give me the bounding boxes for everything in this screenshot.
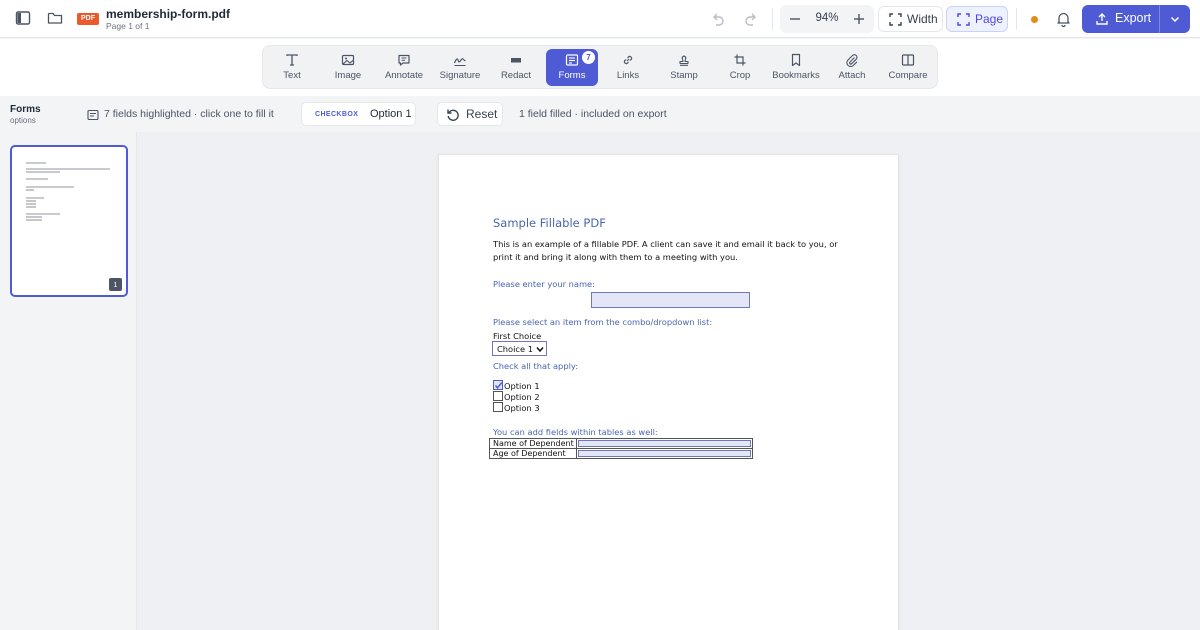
table-prompt: You can add fields within tables as well…	[493, 427, 658, 437]
export-options-button[interactable]	[1160, 5, 1190, 33]
option-label: Option 3	[504, 403, 540, 413]
filled-status: 1 field filled · included on export	[519, 108, 667, 120]
page-thumbnails-sidebar: 1	[0, 132, 137, 630]
choice-dropdown[interactable]: Choice 1	[492, 341, 547, 356]
pdf-page: Sample Fillable PDF This is an example o…	[438, 154, 899, 630]
upload-icon	[1096, 13, 1108, 25]
reset-icon	[447, 109, 459, 121]
tool-stamp[interactable]: Stamp	[658, 49, 710, 86]
form-fields-icon	[87, 109, 99, 121]
fit-width-icon	[889, 13, 902, 26]
text-icon	[286, 54, 298, 66]
tool-compare[interactable]: Compare	[882, 49, 934, 86]
chevron-down-icon	[1170, 16, 1180, 23]
fit-page-icon	[957, 13, 970, 26]
bookmark-icon	[791, 53, 801, 67]
pdf-file-badge: PDF	[77, 13, 99, 25]
fit-page-label: Page	[975, 12, 1004, 26]
tool-crop[interactable]: Crop	[714, 49, 766, 86]
sidebar-toggle-icon[interactable]	[14, 9, 34, 29]
combo-label: First Choice	[493, 331, 542, 341]
combo-prompt: Please select an item from the combo/dro…	[493, 317, 713, 327]
crop-icon	[734, 54, 746, 66]
tool-annotate[interactable]: Annotate	[378, 49, 430, 86]
redact-icon	[511, 58, 521, 63]
signature-icon	[453, 58, 466, 66]
zoom-control: 94%	[780, 5, 874, 33]
option-2-checkbox[interactable]	[493, 391, 503, 401]
page-thumbnail[interactable]: 1	[10, 145, 128, 297]
document-intro: This is an example of a fillable PDF. A …	[493, 239, 838, 262]
annotate-icon	[398, 54, 410, 66]
image-icon	[341, 54, 355, 66]
tool-text[interactable]: Text	[266, 49, 318, 86]
reset-button[interactable]: Reset	[437, 102, 503, 126]
chevron-down-icon	[536, 347, 544, 353]
forms-subtitle: options	[10, 116, 36, 125]
dropdown-value: Choice 1	[497, 344, 534, 354]
tool-image[interactable]: Image	[322, 49, 374, 86]
file-name: membership-form.pdf	[106, 7, 231, 21]
name-prompt: Please enter your name:	[493, 279, 595, 289]
toolbar-divider	[772, 8, 773, 30]
dependent-age-field[interactable]	[576, 448, 753, 459]
fit-width-button[interactable]: Width	[878, 6, 943, 32]
name-input[interactable]	[591, 292, 750, 308]
thumbnail-page-number: 1	[109, 278, 122, 291]
tool-label: Compare	[888, 70, 928, 81]
bell-icon[interactable]	[1056, 11, 1071, 27]
option-3-checkbox[interactable]	[493, 402, 503, 412]
table-row: Age of Dependent	[489, 448, 753, 459]
selected-field-chip[interactable]: CHECKBOX Option 1	[301, 102, 416, 126]
tool-redact[interactable]: Redact	[490, 49, 542, 86]
field-name-label: Option 1	[370, 108, 412, 120]
fit-page-button[interactable]: Page	[946, 6, 1008, 32]
option-label: Option 2	[504, 392, 540, 402]
compare-icon	[901, 54, 915, 66]
option-label: Option 1	[504, 381, 540, 391]
checkmark-icon	[494, 382, 503, 389]
export-button[interactable]: Export	[1082, 5, 1159, 33]
stamp-icon	[679, 55, 689, 66]
export-label: Export	[1115, 11, 1152, 25]
unsaved-status-dot	[1031, 16, 1038, 23]
forms-title: Forms	[10, 104, 41, 115]
table-row-label: Age of Dependent	[489, 448, 577, 459]
option-1-checkbox[interactable]	[493, 380, 503, 390]
paperclip-icon	[846, 54, 858, 67]
tool-forms[interactable]: 7 Forms	[546, 49, 598, 86]
export-button-group: Export	[1082, 5, 1190, 33]
zoom-in-icon[interactable]	[852, 12, 866, 26]
check-prompt: Check all that apply:	[493, 361, 579, 371]
thumbnail-preview	[26, 162, 110, 221]
dependents-table: Name of Dependent Age of Dependent	[489, 438, 753, 459]
document-title: Sample Fillable PDF	[493, 216, 606, 230]
tool-attach[interactable]: Attach	[826, 49, 878, 86]
fit-width-label: Width	[907, 12, 938, 26]
zoom-level[interactable]: 94%	[810, 12, 844, 24]
link-icon	[623, 55, 633, 65]
page-info: Page 1 of 1	[106, 21, 150, 31]
tool-ribbon-area: Text Image Annotate Signature Redact 7 F…	[0, 39, 1200, 96]
highlighted-fields-hint: 7 fields highlighted · click one to fill…	[104, 108, 274, 120]
tool-signature[interactable]: Signature	[434, 49, 486, 86]
forms-options-bar: Forms options 7 fields highlighted · cli…	[0, 96, 1200, 132]
forms-icon	[565, 54, 579, 66]
reset-label: Reset	[466, 107, 498, 121]
tool-ribbon: Text Image Annotate Signature Redact 7 F…	[262, 45, 938, 89]
tool-bookmarks[interactable]: Bookmarks	[770, 49, 822, 86]
folder-icon[interactable]	[46, 9, 66, 29]
toolbar-divider	[1016, 8, 1017, 30]
forms-count-badge: 7	[582, 51, 595, 64]
redo-icon[interactable]	[742, 11, 758, 27]
top-bar: PDF membership-form.pdf Page 1 of 1 94% …	[0, 0, 1200, 38]
zoom-out-icon[interactable]	[788, 12, 802, 26]
undo-icon[interactable]	[711, 11, 727, 27]
document-canvas: Sample Fillable PDF This is an example o…	[137, 132, 1200, 630]
field-type-label: CHECKBOX	[315, 111, 359, 118]
tool-links[interactable]: Links	[602, 49, 654, 86]
